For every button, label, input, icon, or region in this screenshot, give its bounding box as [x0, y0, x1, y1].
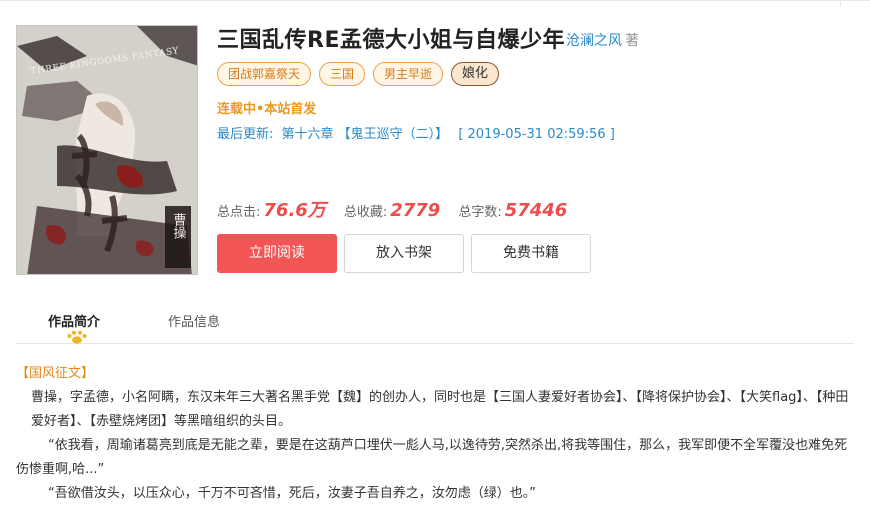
tag-item[interactable]: 男主早逝 — [373, 62, 444, 86]
intro-paragraph: 曹操，字孟德，小名阿瞒，东汉末年三大著名黑手党【魏】的创办人，同时也是【三国人妻… — [31, 390, 849, 429]
read-now-button[interactable]: 立即阅读 — [217, 234, 337, 273]
tab-intro[interactable]: 作品简介 — [48, 311, 100, 330]
tag-list: 团战郭嘉祭天 三国 男主早逝 娘化 — [217, 62, 500, 86]
detail-tabs: 作品简介 作品信息 — [16, 300, 854, 344]
latest-chapter-link[interactable]: 第十六章 【鬼王巡守（二）】 — [282, 127, 449, 142]
clicks-label: 总点击: — [217, 205, 261, 220]
author-link[interactable]: 沧澜之风 — [566, 33, 622, 49]
update-label: 最后更新: — [217, 127, 274, 142]
author-line: 沧澜之风著 — [566, 30, 639, 50]
top-divider — [0, 0, 870, 6]
intro-paragraph: “吾欲借汝头，以压众心，千万不可吝惜，死后，汝妻子吾自养之，汝勿虑（绿）也。” — [48, 486, 536, 501]
clicks-value: 76.6万 — [263, 200, 326, 221]
cover-artwork: THREE KINGDOMS FANTASY 曹操 — [17, 26, 197, 274]
free-books-button[interactable]: 免费书籍 — [471, 234, 591, 273]
book-title: 三国乱传RE孟德大小姐与自爆少年 — [217, 28, 565, 53]
tag-item[interactable]: 娘化 — [451, 62, 500, 86]
update-time: [ 2019-05-31 02:59:56 ] — [458, 127, 615, 142]
serial-status: 连载中•本站首发 — [217, 102, 317, 117]
cover-author-glyphs: 曹操 — [171, 213, 187, 239]
book-stats: 总点击: 76.6万 总收藏: 2779 总字数: 57446 — [217, 196, 585, 222]
last-update: 最后更新: 第十六章 【鬼王巡守（二）】 [ 2019-05-31 02:59:… — [217, 123, 615, 142]
paw-icon — [67, 330, 87, 344]
words-label: 总字数: — [458, 205, 502, 220]
favorites-label: 总收藏: — [343, 205, 388, 220]
top-divider-corner — [840, 1, 870, 6]
add-to-shelf-button[interactable]: 放入书架 — [344, 234, 464, 273]
words-value: 57446 — [504, 200, 568, 221]
intro-content: 【国风征文】 曹操，字孟德，小名阿瞒，东汉末年三大著名黑手党【魏】的创办人，同时… — [16, 362, 856, 506]
intro-paragraph: “依我看，周瑜诸葛亮到底是无能之辈，要是在这葫芦口埋伏一彪人马,以逸待劳,突然杀… — [16, 438, 848, 477]
tab-info[interactable]: 作品信息 — [168, 311, 220, 330]
author-suffix: 著 — [625, 33, 639, 49]
tag-item[interactable]: 团战郭嘉祭天 — [217, 62, 312, 86]
intro-heading: 【国风征文】 — [16, 366, 95, 381]
book-cover[interactable]: THREE KINGDOMS FANTASY 曹操 — [16, 25, 198, 275]
tag-item[interactable]: 三国 — [319, 62, 366, 86]
favorites-value: 2779 — [390, 200, 441, 221]
